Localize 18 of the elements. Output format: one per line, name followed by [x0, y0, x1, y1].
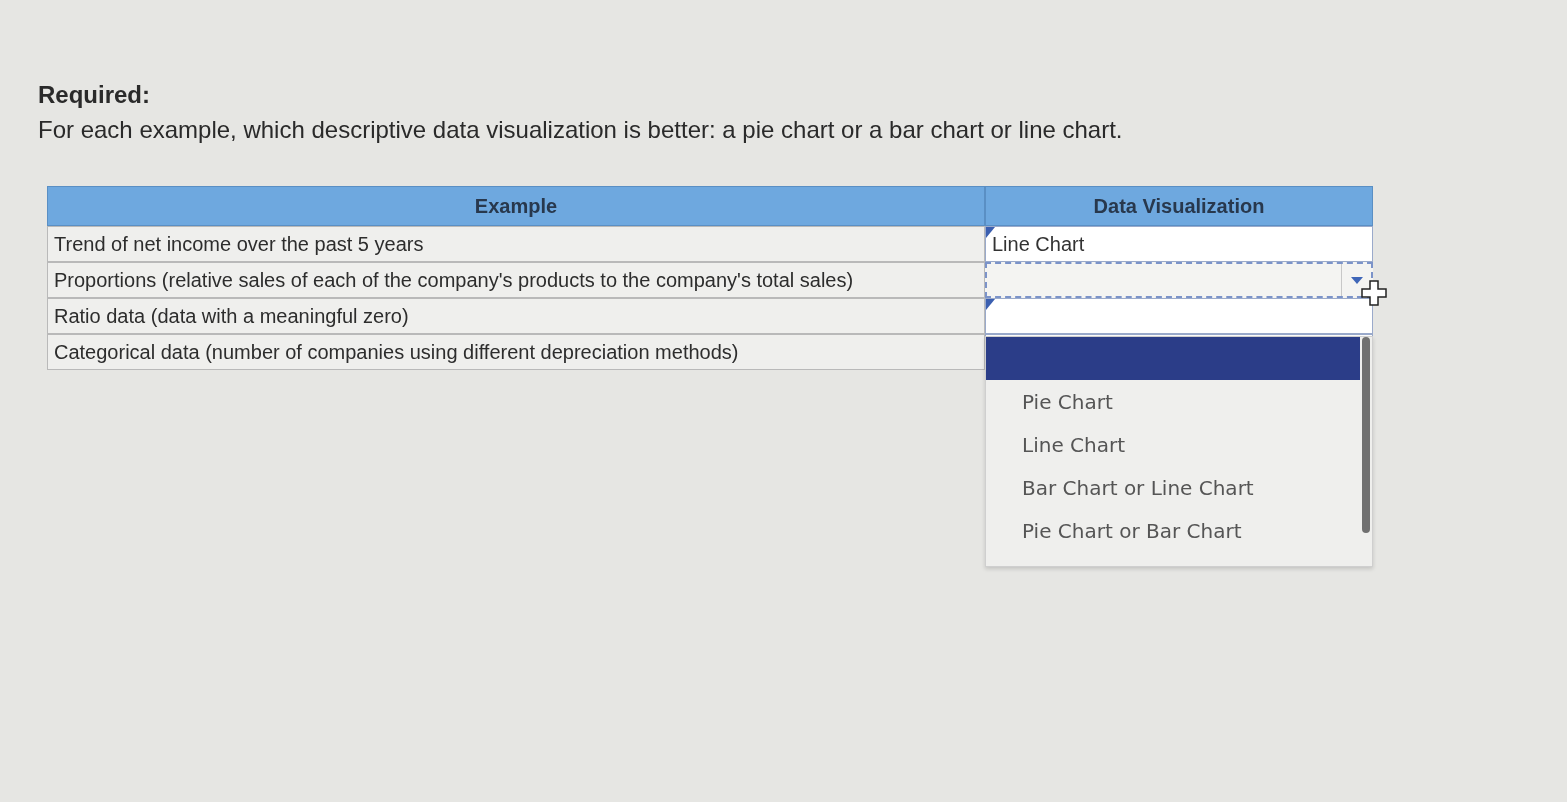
dropdown-option[interactable]: Pie Chart [986, 380, 1360, 423]
dropdown-option[interactable]: Pie Chart or Bar Chart [986, 509, 1360, 552]
scrollbar-thumb[interactable] [1362, 337, 1370, 533]
caret-down-icon [1350, 276, 1363, 284]
instruction-text: For each example, which descriptive data visualization is better: a pie chart or a bar chart or line chart. [38, 115, 1123, 145]
table-cell: Trend of net income over the past 5 years [47, 226, 985, 262]
dropdown-option[interactable]: Bar Chart or Line Chart [986, 466, 1360, 509]
table-cell: Proportions (relative sales of each of the company's products to the company's total sales) [47, 262, 985, 298]
plus-cursor-icon [1361, 280, 1387, 306]
answer-field[interactable] [985, 298, 1373, 334]
dropdown-option[interactable]: Line Chart [986, 423, 1360, 466]
table-cell: Ratio data (data with a meaningful zero) [47, 298, 985, 334]
dropdown-field[interactable] [985, 262, 1373, 298]
answer-field[interactable]: Line Chart [985, 226, 1373, 262]
required-heading: Required: [38, 80, 150, 110]
column-header: Data Visualization [985, 186, 1373, 226]
column-header: Example [47, 186, 985, 226]
table-cell: Categorical data (number of companies using different depreciation methods) [47, 334, 985, 370]
